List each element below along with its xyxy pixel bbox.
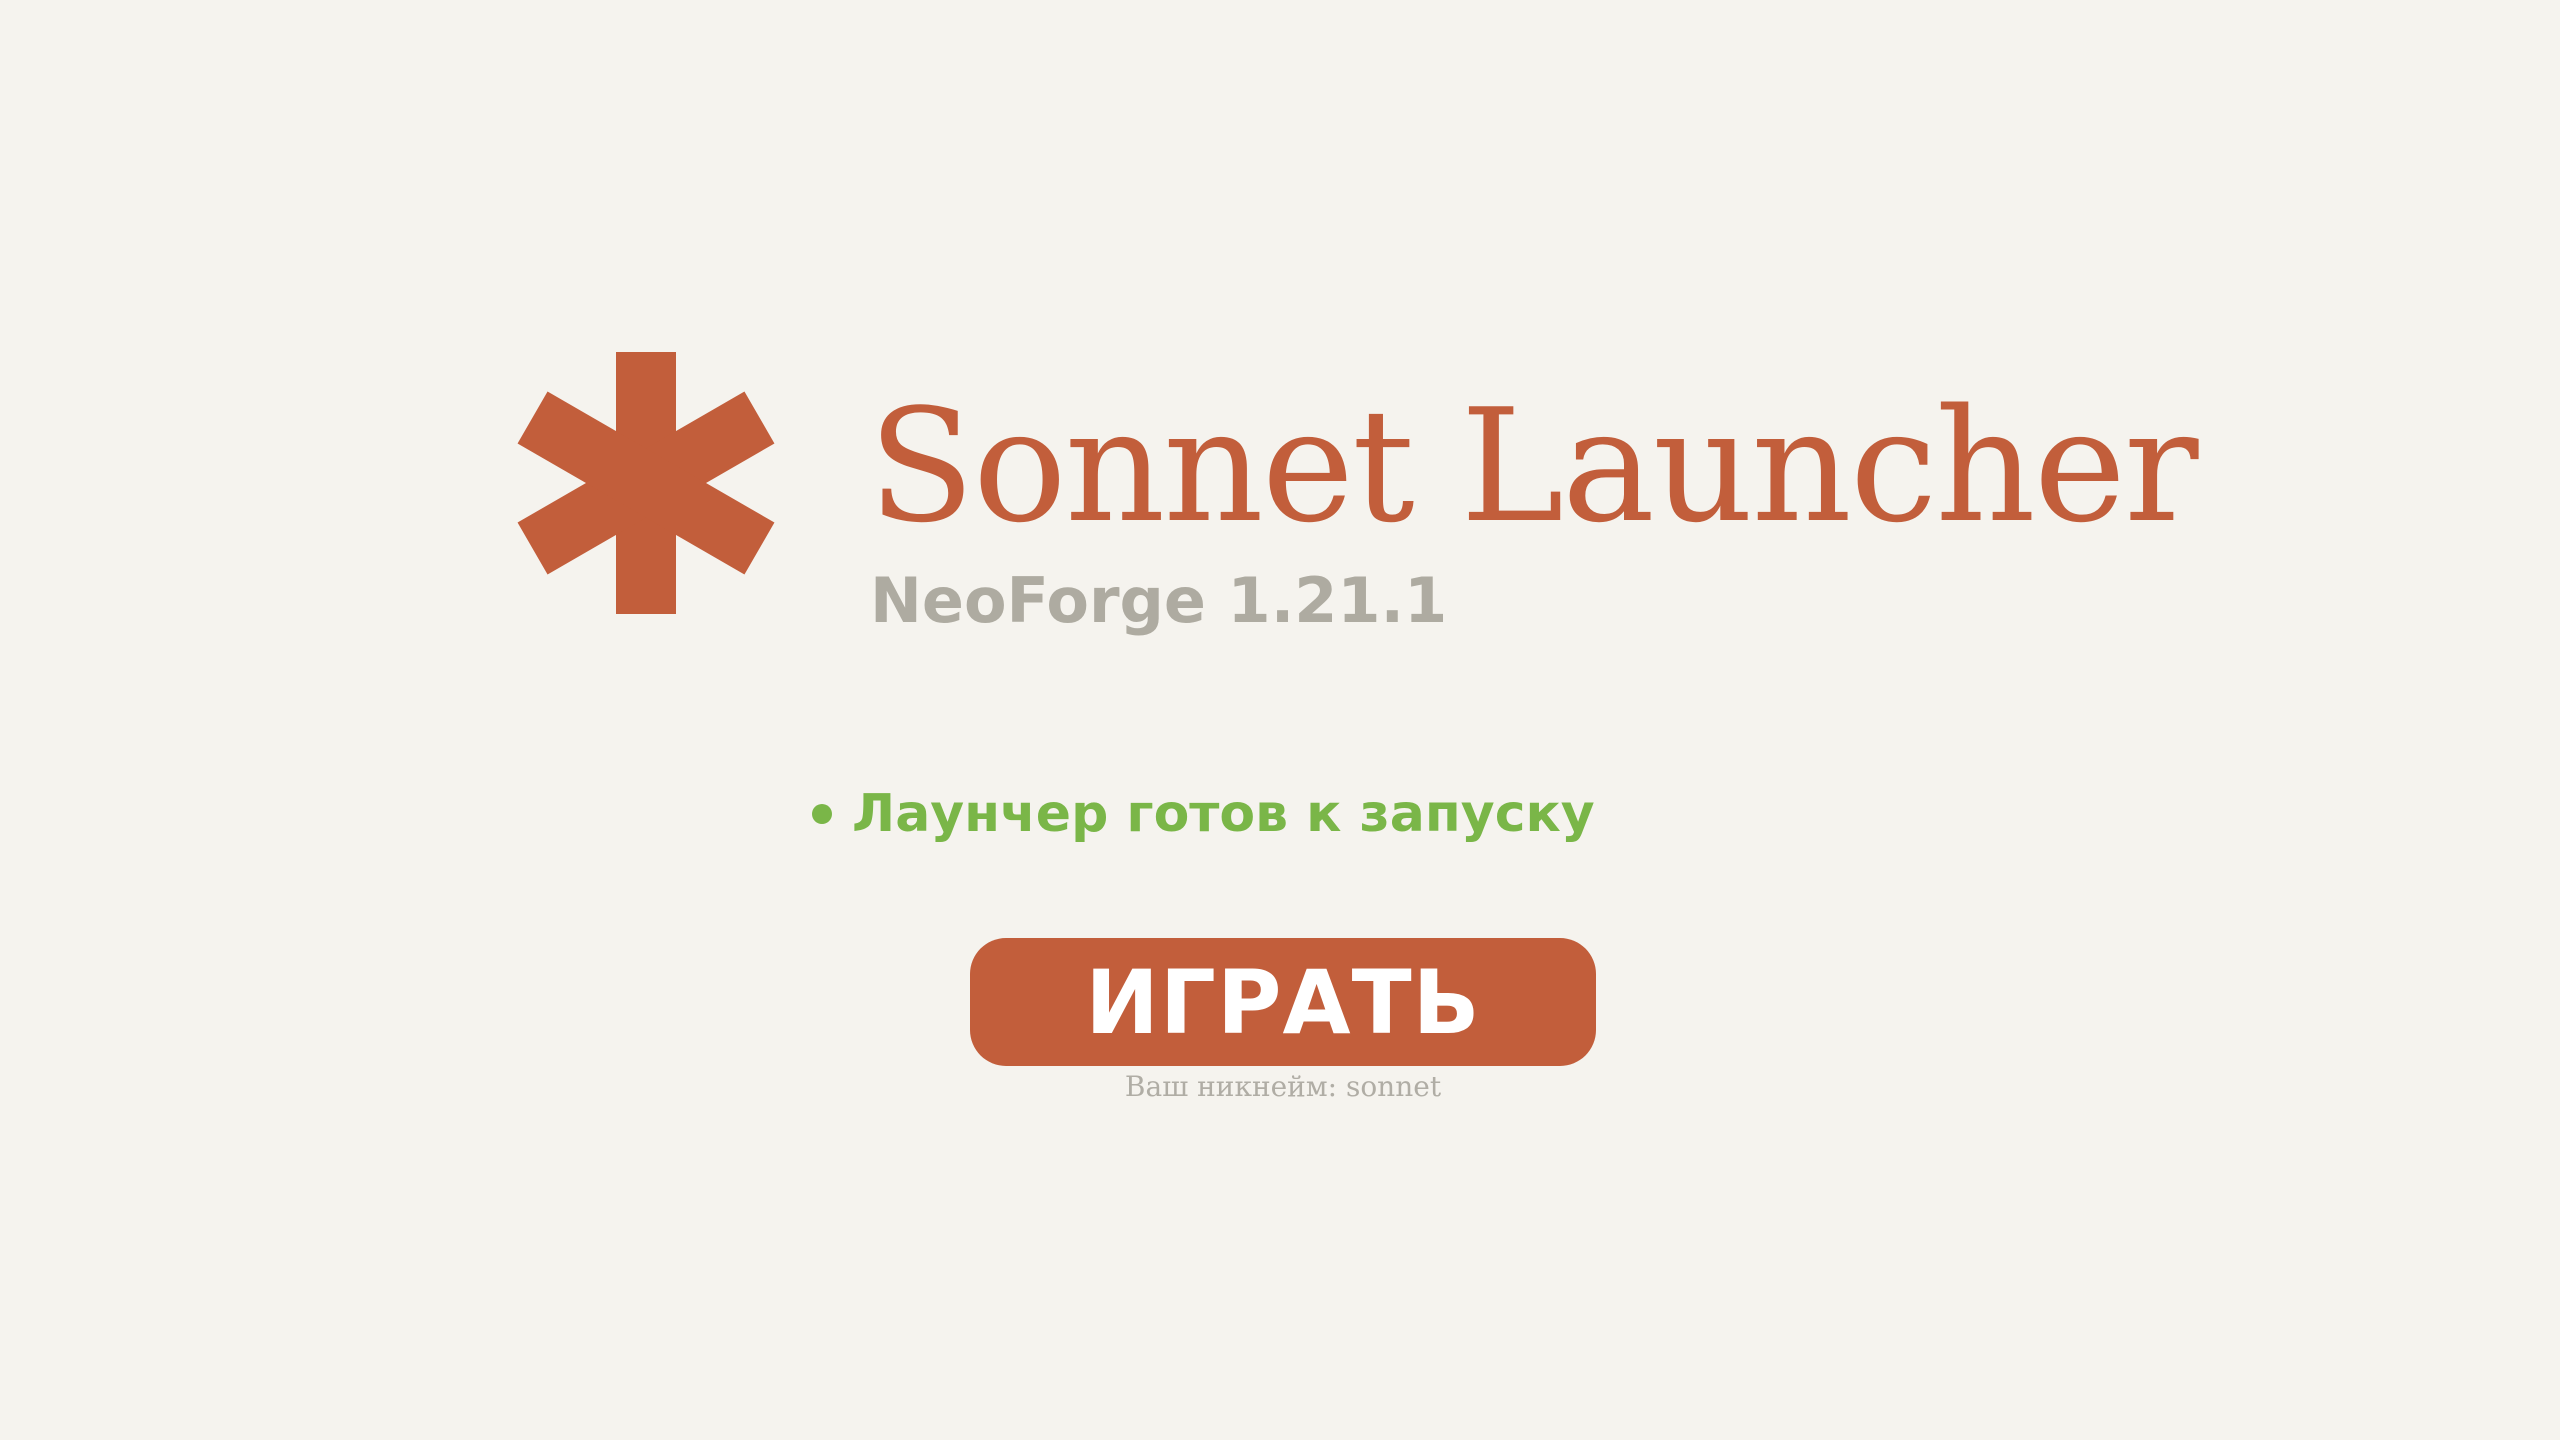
asterisk-logo-icon (517, 352, 775, 614)
play-button[interactable]: ИГРАТЬ (970, 938, 1596, 1066)
status-text: Лаунчер готов к запуску (852, 784, 1595, 844)
version-label: NeoForge 1.21.1 (870, 564, 1448, 637)
status-dot-icon (812, 804, 832, 824)
nickname-label: Ваш никнейм: sonnet (1124, 1070, 1442, 1103)
app-title: Sonnet Launcher (868, 375, 2199, 557)
launcher-status: Лаунчер готов к запуску (812, 788, 1595, 840)
